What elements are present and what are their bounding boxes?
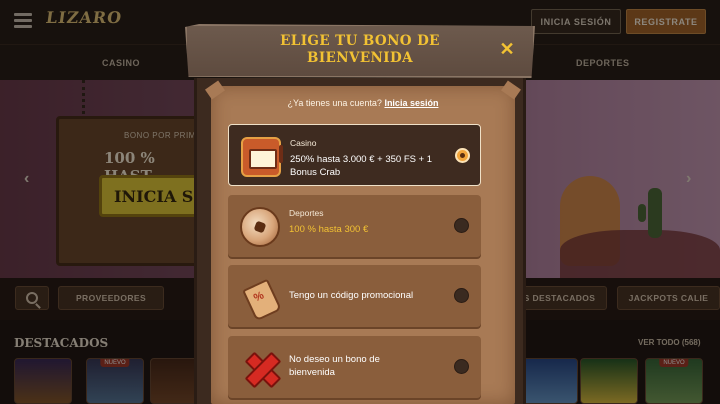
option-description: 100 % hasta 300 € <box>289 224 369 235</box>
option-description: 250% hasta 3.000 € + 350 FS + 1 Bonus Cr… <box>290 154 433 178</box>
account-prompt-text: ¿Ya tienes una cuenta? <box>287 98 382 108</box>
slot-machine-icon <box>241 137 283 177</box>
radio-unselected[interactable] <box>454 218 469 233</box>
close-icon[interactable]: ✕ <box>498 40 516 58</box>
modal-title: ELIGE TU BONO DE BIENVENIDA <box>280 33 440 66</box>
red-x-icon <box>240 348 280 388</box>
option-text: Deportes 100 % hasta 300 € <box>289 207 449 236</box>
bonus-option-sports[interactable]: Deportes 100 % hasta 300 € <box>228 195 481 257</box>
option-label: Deportes <box>289 208 324 218</box>
football-icon <box>240 207 280 247</box>
bonus-option-no-bonus[interactable]: No deseo un bono de bienvenida <box>228 336 481 398</box>
account-prompt: ¿Ya tienes una cuenta? Inicia sesión <box>211 98 515 108</box>
parchment-panel: ¿Ya tienes una cuenta? Inicia sesión Cas… <box>211 86 515 404</box>
option-description: Tengo un código promocional <box>289 290 414 301</box>
option-text: Tengo un código promocional <box>289 289 454 302</box>
option-label: Casino <box>290 138 317 148</box>
option-text: No deseo un bono de bienvenida <box>289 353 409 379</box>
option-description: No deseo un bono de bienvenida <box>289 354 380 378</box>
modal-body: ¿Ya tienes una cuenta? Inicia sesión Cas… <box>194 78 526 404</box>
promo-tag-icon <box>240 277 280 317</box>
bonus-option-promo-code[interactable]: Tengo un código promocional <box>228 265 481 327</box>
radio-selected[interactable] <box>455 148 470 163</box>
bonus-option-casino[interactable]: Casino 250% hasta 3.000 € + 350 FS + 1 B… <box>228 124 481 186</box>
option-text: Casino 250% hasta 3.000 € + 350 FS + 1 B… <box>290 137 450 179</box>
welcome-bonus-modal: ELIGE TU BONO DE BIENVENIDA ✕ ¿Ya tienes… <box>185 24 535 404</box>
login-link[interactable]: Inicia sesión <box>384 98 438 108</box>
radio-unselected[interactable] <box>454 288 469 303</box>
radio-unselected[interactable] <box>454 359 469 374</box>
